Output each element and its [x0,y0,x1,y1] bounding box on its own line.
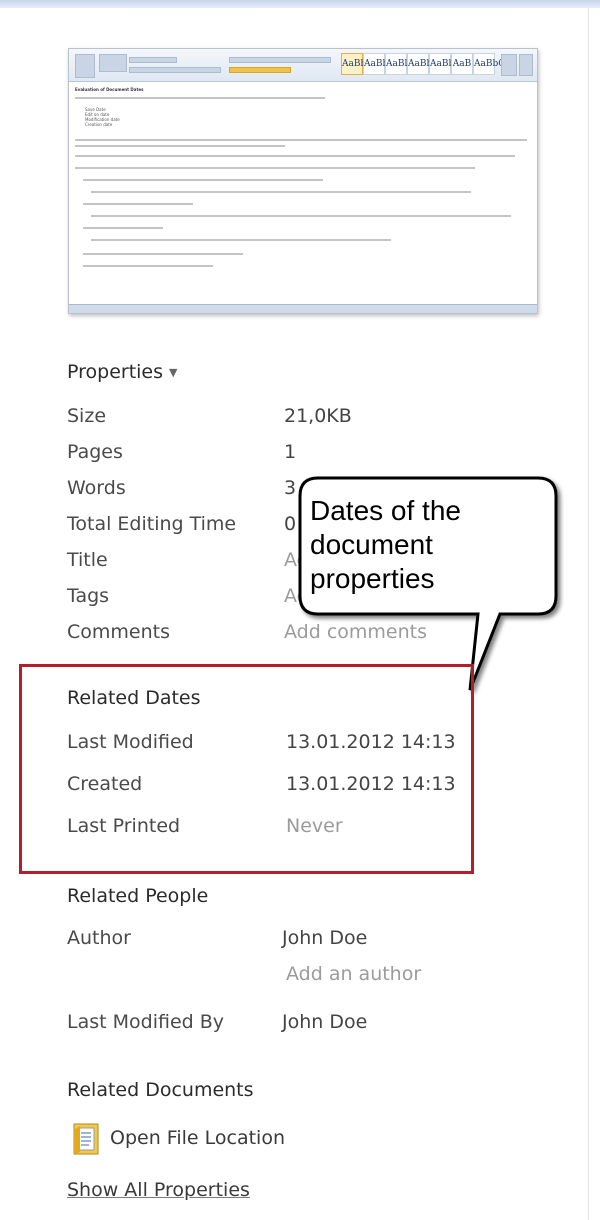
thumb-text-line [75,145,285,147]
properties-header: Properties [67,361,164,383]
related-documents-header: Related Documents [67,1079,254,1101]
date-label-created: Created [67,773,143,795]
thumb-text-line [75,167,475,169]
add-tag-field[interactable]: Add a tag [284,584,376,608]
thumb-text-line [75,155,515,157]
thumb-text-line [83,265,213,267]
thumb-change-styles-icon [501,54,517,76]
date-value-created: 13.01.2012 14:13 [286,773,456,795]
properties-dropdown[interactable]: Properties ▼ [67,360,178,385]
thumb-paste-icon [75,54,95,78]
thumb-text-line [91,215,511,217]
thumb-find-icon [519,54,533,76]
thumb-doc-list: Save Date Edit on date Modification date… [85,107,120,127]
chevron-down-icon: ▼ [169,366,178,379]
thumb-style-sample: AaB [451,53,473,75]
date-label-last-printed: Last Printed [67,815,181,837]
thumb-font-box [129,57,177,63]
window-top-edge [0,0,600,8]
people-label-author: Author [67,927,131,949]
thumb-text-line [83,227,163,229]
author-name[interactable]: John Doe [282,926,367,950]
thumb-style-sample: AaBbCc [341,53,378,75]
last-modified-by-name[interactable]: John Doe [282,1010,367,1034]
prop-label-words: Words [67,477,126,499]
prop-value-pages: 1 [284,441,297,463]
related-dates-header: Related Dates [67,687,201,709]
document-preview-thumbnail[interactable]: AaBbCc AaBbCc AaBl AaBb AaBbC AaB AaBbCc… [68,48,538,314]
open-file-location-label: Open File Location [110,1127,285,1149]
prop-label-tags: Tags [67,585,110,607]
thumb-text-line [83,179,323,181]
add-author-field[interactable]: Add an author [286,962,421,986]
thumb-text-line [83,203,193,205]
folder-icon [73,1123,99,1155]
prop-value-size: 21,0KB [284,405,352,427]
thumb-style-sample: AaBb [407,53,432,75]
callout-text: Dates of the document properties [310,495,461,594]
add-comments-field[interactable]: Add comments [284,620,427,644]
date-value-last-modified: 13.01.2012 14:13 [286,731,456,753]
prop-label-pages: Pages [67,441,123,463]
thumbnail-statusbar [69,304,537,313]
thumb-style-sample: AaBbC [429,53,461,75]
thumb-doc-heading: Evaluation of Document Dates [75,87,144,92]
thumb-style-sample: AaBl [385,53,407,75]
thumb-format-row [129,67,221,73]
add-title-field[interactable]: Add a title [284,548,382,572]
thumb-text-line [91,239,391,241]
prop-value-editing-time: 0 Minutes [284,513,377,535]
thumb-text-line [75,97,325,99]
thumb-text-line [83,253,243,255]
pane-divider [588,8,589,1220]
prop-label-editing-time: Total Editing Time [67,513,237,535]
thumb-style-sample: AaBbCc [363,53,400,75]
date-label-last-modified: Last Modified [67,731,194,753]
thumbnail-ribbon: AaBbCc AaBbCc AaBl AaBb AaBbC AaB AaBbCc [69,49,537,82]
thumb-style-sample: AaBbCc [473,53,510,75]
prop-label-title: Title [67,549,108,571]
thumb-text-line [91,191,471,193]
show-all-properties-link[interactable]: Show All Properties [67,1178,250,1202]
thumb-clipboard-group [99,54,127,72]
thumb-paragraph-row [229,57,331,63]
prop-label-comments: Comments [67,621,170,643]
thumb-highlight-row [229,67,291,73]
prop-value-words: 3 [284,477,297,499]
thumb-text-line [75,139,527,141]
date-value-last-printed: Never [286,815,343,837]
related-people-header: Related People [67,885,209,907]
prop-label-size: Size [67,405,107,427]
people-label-last-modified-by: Last Modified By [67,1011,225,1033]
